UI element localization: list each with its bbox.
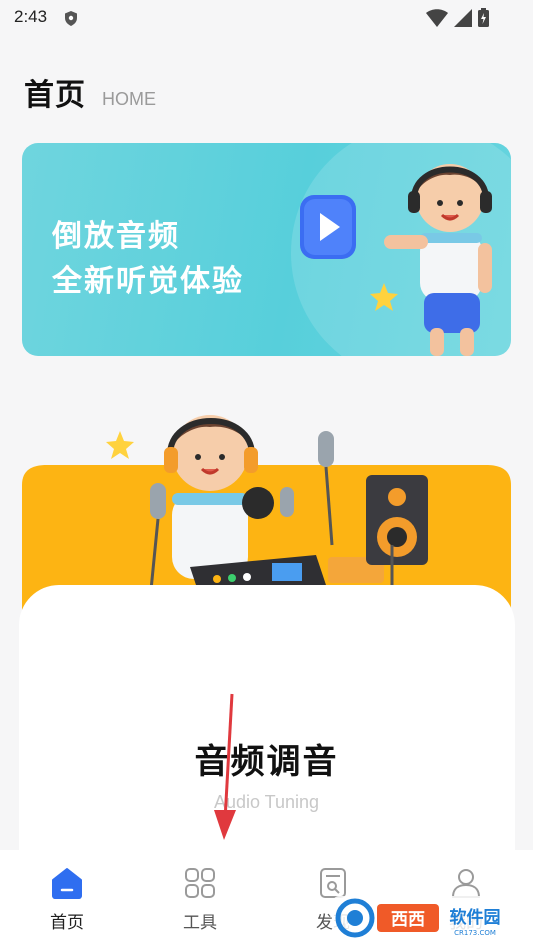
audio-tuning-card[interactable] xyxy=(19,585,515,875)
nav-tools[interactable]: 工具 xyxy=(160,866,240,933)
nav-home[interactable]: 首页 xyxy=(27,866,107,933)
shield-icon xyxy=(65,11,77,26)
home-icon xyxy=(52,868,82,899)
status-bar: 2:43 xyxy=(0,0,533,36)
signal-icon xyxy=(454,9,472,27)
grid-icon xyxy=(185,868,215,898)
status-time: 2:43 xyxy=(14,7,48,26)
banner-title: 倒放音频 xyxy=(52,219,180,254)
svg-text:CR173.COM: CR173.COM xyxy=(454,929,496,937)
nav-tools-label: 工具 xyxy=(183,913,217,933)
svg-text:软件园: 软件园 xyxy=(450,907,501,928)
page-header: 首页 HOME xyxy=(24,70,156,114)
card-title: 音频调音 xyxy=(194,742,339,782)
boy-play-illustration xyxy=(300,164,492,356)
nav-home-label: 首页 xyxy=(50,913,84,933)
page-subtitle: HOME xyxy=(102,89,156,109)
svg-text:西西: 西西 xyxy=(391,910,425,930)
page-title: 首页 xyxy=(24,78,86,113)
wifi-icon xyxy=(426,9,448,27)
red-arrow-annotation xyxy=(214,693,236,840)
card-subtitle: Audio Tuning xyxy=(213,792,320,812)
reverse-audio-banner[interactable]: 倒放音频 全新听觉体验 xyxy=(22,143,511,356)
banner-subtitle: 全新听觉体验 xyxy=(52,264,244,299)
battery-icon xyxy=(478,8,489,27)
person-icon xyxy=(451,869,481,898)
document-icon xyxy=(320,868,346,898)
watermark-logo: 西西 软件园 CR173.COM xyxy=(333,896,517,940)
